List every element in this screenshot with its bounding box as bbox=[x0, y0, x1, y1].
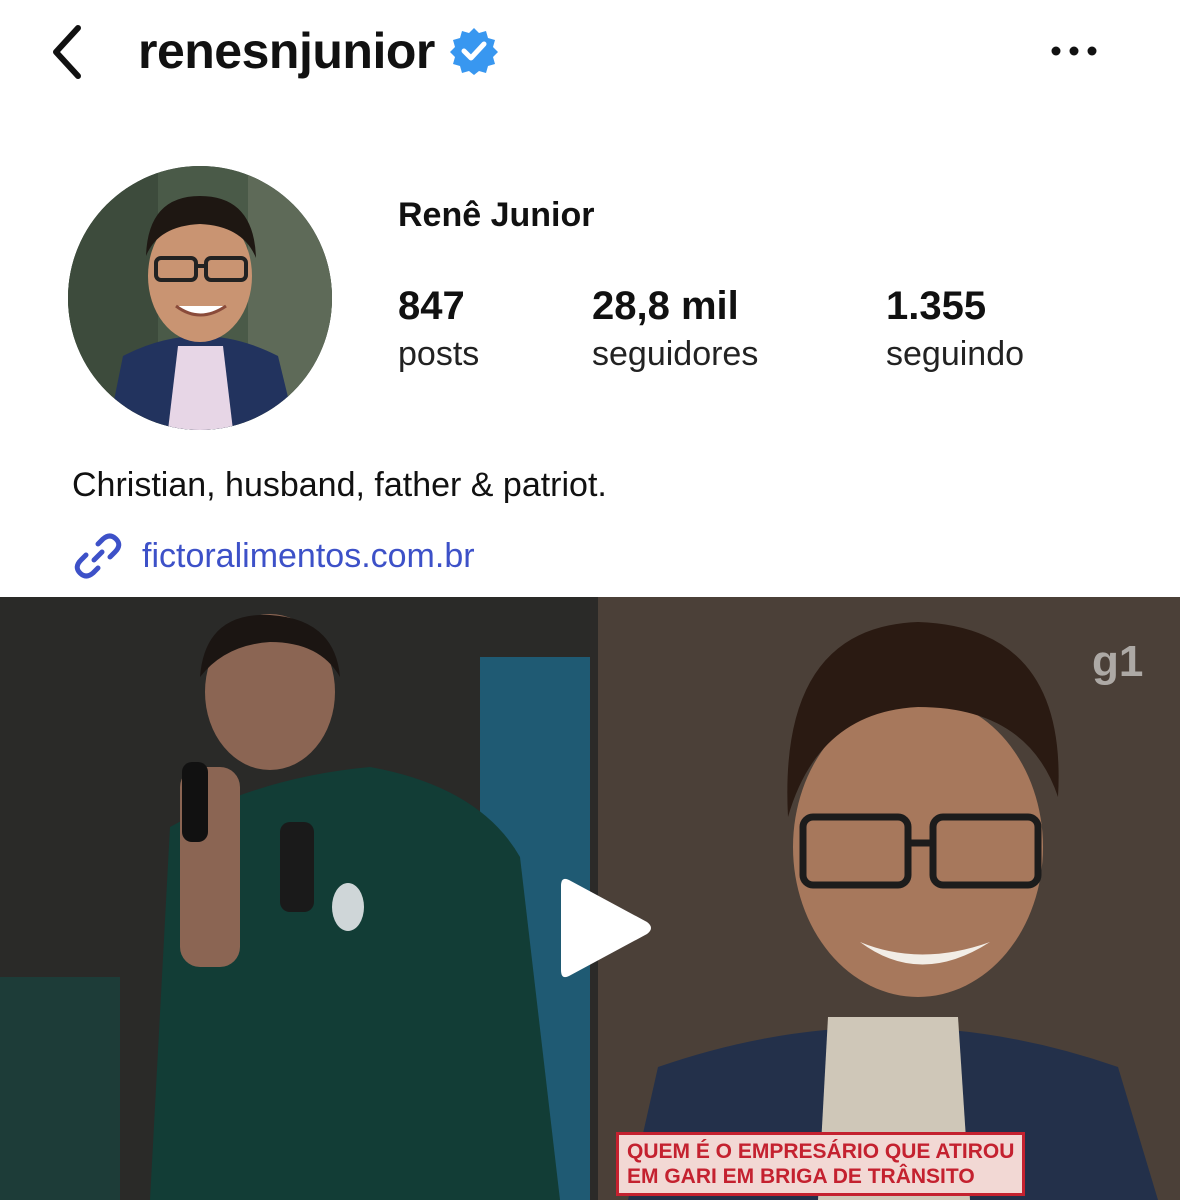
stat-following-label: seguindo bbox=[886, 335, 1025, 373]
post-caption-line-2: EM GARI EM BRIGA DE TRÂNSITO bbox=[627, 1165, 975, 1188]
profile-bio: Christian, husband, father & patriot. bbox=[72, 466, 607, 504]
username: renesnjunior bbox=[138, 23, 435, 79]
stat-posts[interactable]: 847 posts bbox=[398, 280, 479, 376]
more-horizontal-icon bbox=[1051, 46, 1097, 56]
profile-link-text: fictoralimentos.com.br bbox=[142, 536, 475, 575]
profile-avatar[interactable] bbox=[68, 166, 332, 430]
verified-badge-icon bbox=[449, 28, 498, 75]
stat-posts-label: posts bbox=[398, 335, 480, 373]
play-icon[interactable] bbox=[555, 872, 655, 984]
stat-posts-value: 847 bbox=[398, 284, 465, 328]
post-image-right bbox=[598, 597, 1180, 1200]
link-icon bbox=[74, 533, 122, 579]
username-row: renesnjunior bbox=[138, 22, 499, 80]
avatar-image bbox=[68, 166, 332, 430]
profile-link[interactable]: fictoralimentos.com.br bbox=[72, 530, 475, 582]
post-preview[interactable]: g1 QUEM É O EMPRESÁRIO QUE ATIROU EM GAR… bbox=[0, 597, 1180, 1200]
profile-header: renesnjunior bbox=[0, 0, 1180, 110]
post-caption-line-1: QUEM É O EMPRESÁRIO QUE ATIROU bbox=[627, 1140, 1015, 1163]
post-image-left bbox=[0, 597, 590, 1200]
display-name: Renê Junior bbox=[398, 196, 595, 234]
news-watermark: g1 bbox=[1092, 637, 1144, 686]
stat-following[interactable]: 1.355 seguindo bbox=[886, 280, 1024, 376]
stat-followers-value: 28,8 mil bbox=[592, 284, 739, 328]
profile-page: renesnjunior Renê Junior 847 posts 28,8 … bbox=[0, 0, 1180, 1200]
more-options-button[interactable] bbox=[1044, 36, 1104, 66]
chevron-left-icon bbox=[53, 25, 81, 79]
back-button[interactable] bbox=[40, 20, 100, 84]
stat-followers-label: seguidores bbox=[592, 335, 759, 373]
stat-followers[interactable]: 28,8 mil seguidores bbox=[592, 280, 758, 376]
stat-following-value: 1.355 bbox=[886, 284, 987, 328]
post-caption: QUEM É O EMPRESÁRIO QUE ATIROU EM GARI E… bbox=[616, 1132, 1026, 1196]
